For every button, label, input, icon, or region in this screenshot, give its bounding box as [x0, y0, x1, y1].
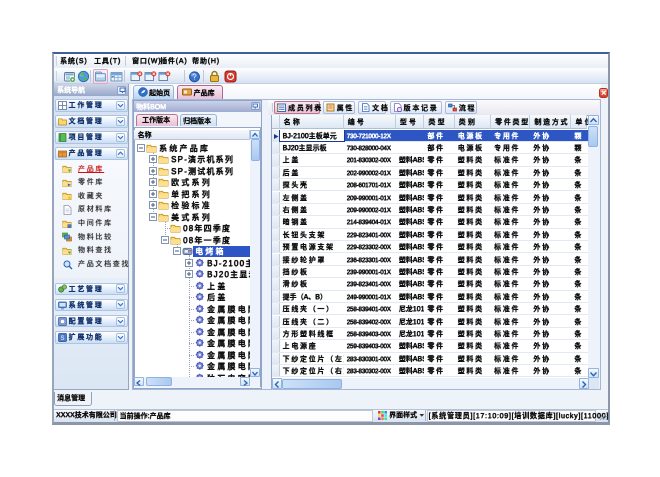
svg-text:S: S: [60, 336, 64, 342]
svg-text:?: ?: [192, 72, 197, 81]
